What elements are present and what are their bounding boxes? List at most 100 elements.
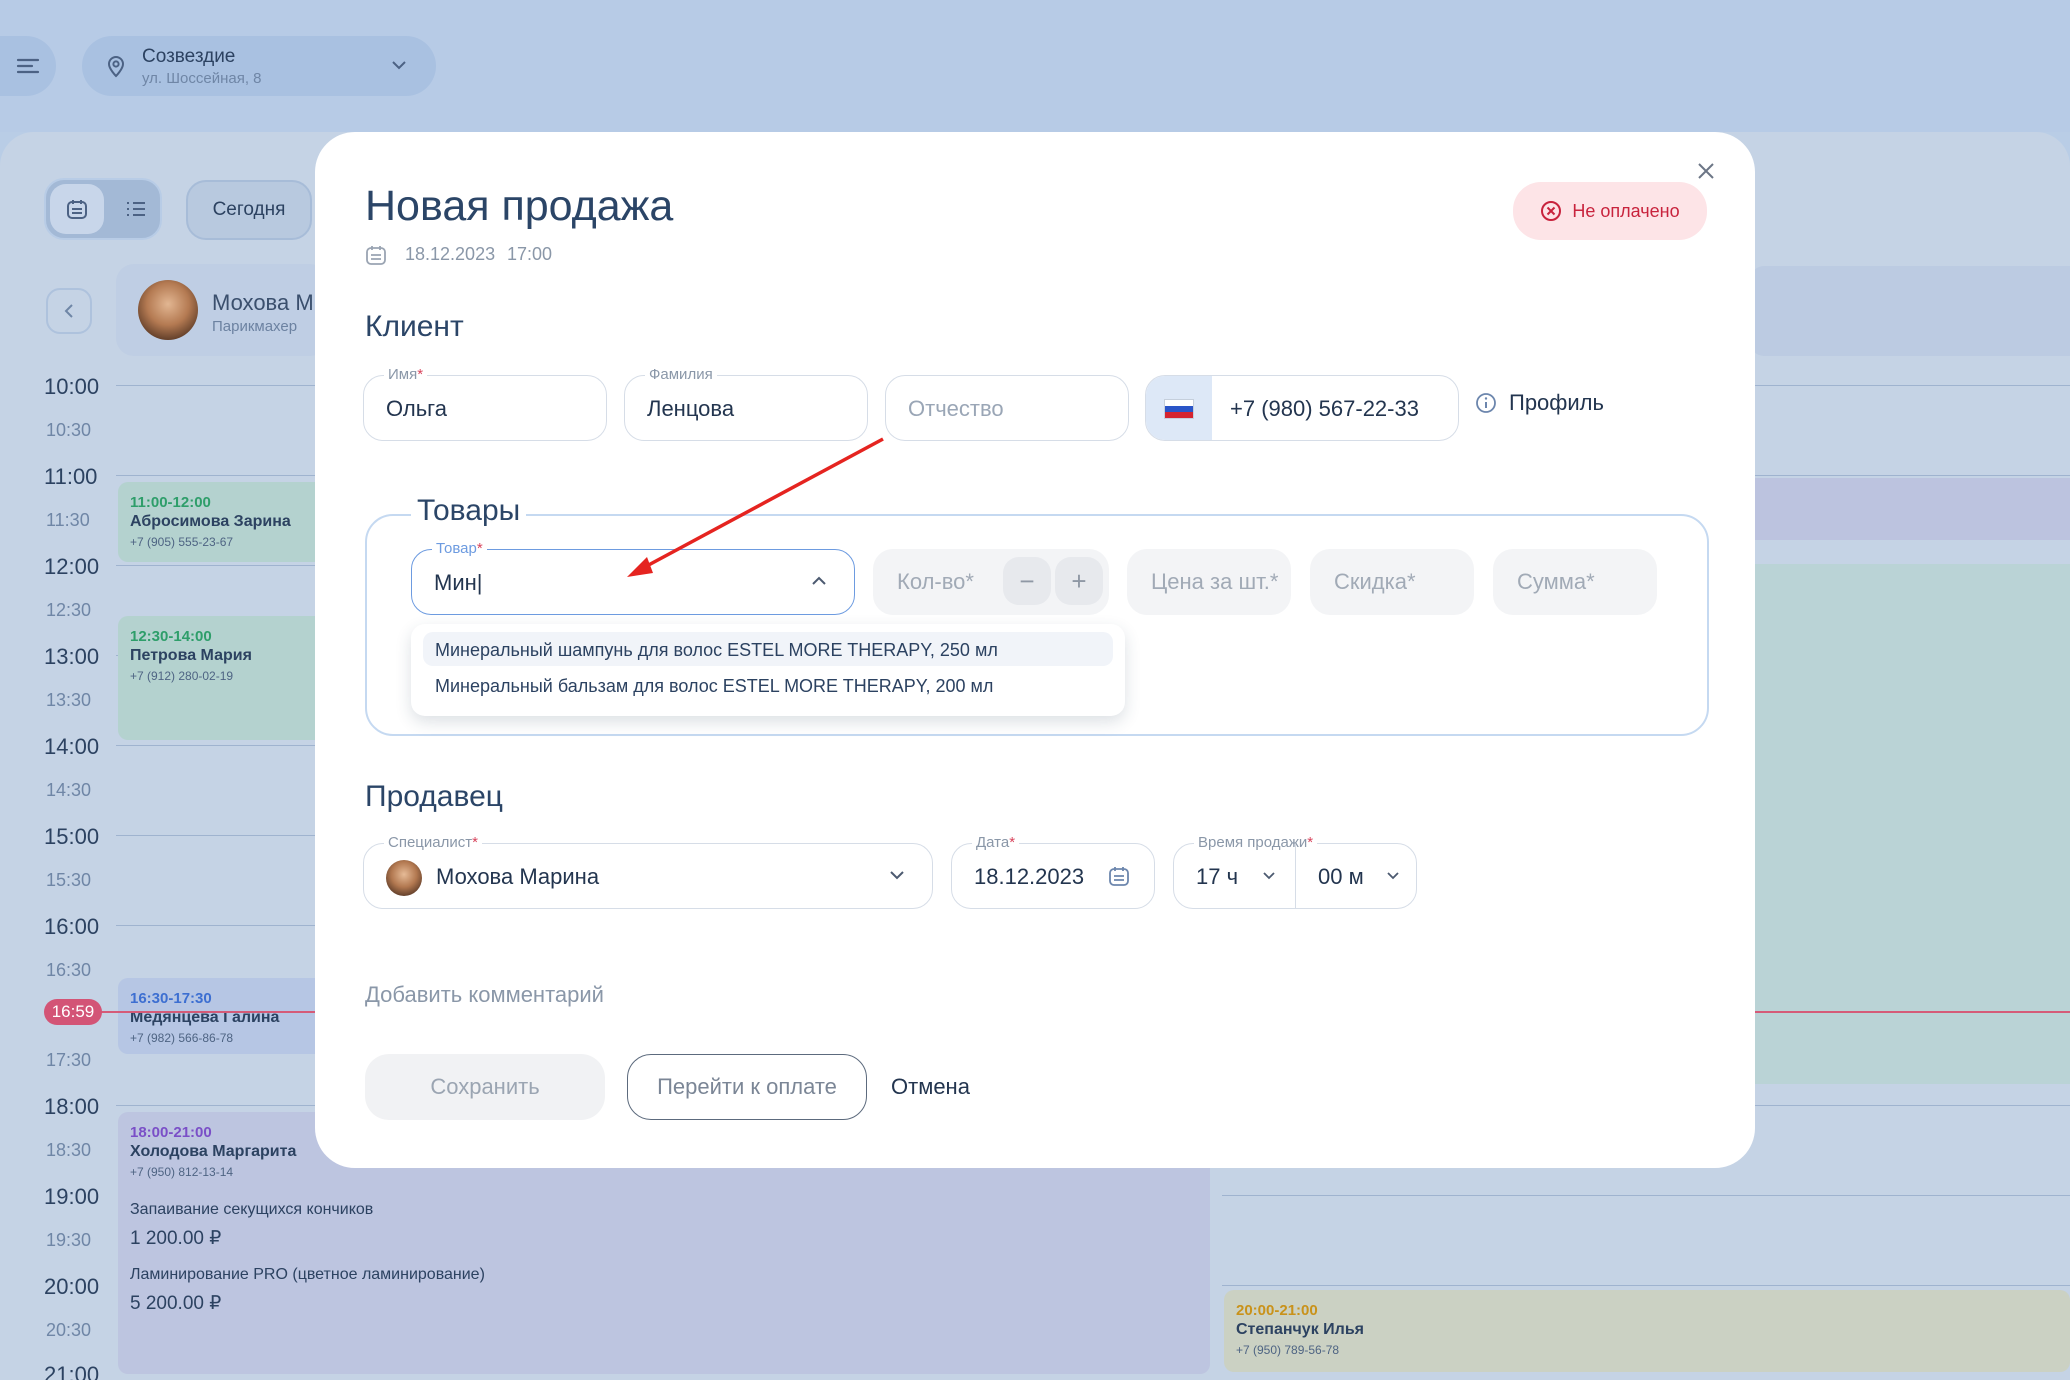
- appointment-price: 1 200.00 ₽: [130, 1228, 222, 1249]
- appointment-time: 12:30-14:00: [130, 628, 212, 645]
- half-hour-label: 16:30: [46, 960, 92, 980]
- specialist-label-text: Специалист: [388, 834, 473, 851]
- chevron-up-icon: [812, 576, 826, 585]
- list-icon: [127, 202, 145, 216]
- discount-field[interactable]: Скидка*: [1310, 549, 1474, 615]
- grid-line: [1222, 1195, 2070, 1196]
- appointment-card[interactable]: 12:30-14:00 Петрова Мария +7 (912) 280-0…: [118, 616, 328, 740]
- patronymic-placeholder: Отчество: [908, 396, 1004, 421]
- product-search-field[interactable]: Товар* Мин|: [411, 540, 855, 615]
- half-hour-label: 18:30: [46, 1140, 92, 1160]
- hour-label: 10:00: [44, 374, 100, 399]
- quantity-increment-button[interactable]: +: [1055, 557, 1103, 605]
- quantity-decrement-button[interactable]: −: [1003, 557, 1051, 605]
- suggestion-item[interactable]: Минеральный бальзам для волос ESTEL MORE…: [423, 668, 1113, 702]
- half-hour-label: 10:30: [46, 420, 92, 440]
- appointment-block[interactable]: [1754, 564, 2070, 1084]
- last-name-field[interactable]: Фамилия Ленцова: [624, 366, 868, 441]
- appointment-block[interactable]: [1754, 478, 2070, 540]
- product-label: Товар*: [432, 540, 487, 557]
- appointment-client: Степанчук Илья: [1236, 1321, 1364, 1338]
- today-button[interactable]: Сегодня: [186, 180, 312, 240]
- calendar-view-button[interactable]: [50, 184, 104, 234]
- half-hour-label: 14:30: [46, 780, 92, 800]
- quantity-field[interactable]: Кол-во* − +: [873, 549, 1109, 615]
- price-placeholder: Цена за шт.*: [1151, 569, 1279, 594]
- chevron-down-icon: [1387, 872, 1399, 880]
- save-button[interactable]: Сохранить: [365, 1054, 605, 1120]
- appointment-client: Петрова Мария: [130, 647, 252, 664]
- appointment-phone: +7 (950) 789-56-78: [1236, 1343, 1340, 1357]
- hour-label: 16:00: [44, 914, 100, 939]
- grid-line: [1222, 1285, 2070, 1286]
- sum-field[interactable]: Сумма*: [1493, 549, 1657, 615]
- chevron-down-icon: [1263, 872, 1275, 880]
- staff-card[interactable]: Мохова М Парикмахер: [116, 264, 328, 356]
- profile-link[interactable]: Профиль: [1475, 390, 1604, 416]
- sale-date-field[interactable]: Дата* 18.12.2023: [951, 834, 1155, 909]
- half-hour-label: 19:30: [46, 1230, 92, 1250]
- suggestion-item[interactable]: Минеральный шампунь для волос ESTEL MORE…: [423, 632, 1113, 666]
- add-comment-link[interactable]: Добавить комментарий: [365, 982, 604, 1008]
- quantity-placeholder: Кол-во*: [897, 569, 974, 594]
- view-toggle[interactable]: [44, 178, 162, 240]
- phone-value: +7 (980) 567-22-33: [1230, 396, 1419, 421]
- first-name-label-text: Имя: [388, 366, 418, 383]
- chevron-left-icon: [64, 304, 73, 318]
- previous-button[interactable]: [46, 288, 92, 334]
- close-icon: [1698, 163, 1714, 179]
- minutes-value: 00 м: [1318, 864, 1364, 889]
- goods-section-title: Товары: [411, 494, 527, 528]
- sale-date-value: 18.12.2023: [974, 864, 1085, 889]
- appointment-phone: +7 (982) 566-86-78: [130, 1031, 234, 1045]
- appointment-service: Ламинирование PRO (цветное ламинирование…: [130, 1266, 485, 1283]
- appointment-card[interactable]: 20:00-21:00 Степанчук Илья +7 (950) 789-…: [1224, 1290, 2070, 1372]
- country-selector[interactable]: [1146, 376, 1212, 440]
- minutes-select[interactable]: 00 м: [1296, 844, 1416, 908]
- profile-link-text: Профиль: [1509, 390, 1604, 415]
- appointment-time: 16:30-17:30: [130, 990, 212, 1007]
- sale-date: 18.12.2023: [405, 244, 496, 264]
- list-view-button[interactable]: [114, 184, 158, 234]
- appointment-card[interactable]: 16:30-17:30 Медянцева Галина +7 (982) 56…: [118, 978, 328, 1054]
- price-field[interactable]: Цена за шт.*: [1127, 549, 1291, 615]
- specialist-value: Мохова Марина: [436, 864, 600, 889]
- hour-label: 18:00: [44, 1094, 100, 1119]
- appointment-phone: +7 (912) 280-02-19: [130, 669, 234, 683]
- hour-label: 20:00: [44, 1274, 100, 1299]
- sale-date-label: Дата*: [972, 834, 1020, 851]
- modal-title: Новая продажа: [365, 182, 674, 230]
- hours-select[interactable]: 17 ч: [1174, 844, 1296, 908]
- location-address: ул. Шоссейная, 8: [142, 70, 262, 87]
- half-hour-label: 12:30: [46, 600, 92, 620]
- hours-value: 17 ч: [1196, 864, 1239, 889]
- cancel-button[interactable]: Отмена: [891, 1074, 970, 1100]
- sale-time: 17:00: [507, 244, 553, 264]
- chevron-down-icon: [392, 61, 406, 70]
- new-sale-modal: Новая продажа 18.12.2023 17:00 Не оплаче…: [315, 132, 1755, 1168]
- appointment-time: 20:00-21:00: [1236, 1302, 1318, 1319]
- calendar-icon: [67, 200, 87, 219]
- location-pin-icon: [107, 56, 125, 78]
- appointment-phone: +7 (905) 555-23-67: [130, 535, 234, 549]
- hour-label: 11:00: [44, 464, 98, 489]
- calendar-icon[interactable]: [1108, 865, 1130, 887]
- location-selector[interactable]: Созвездие ул. Шоссейная, 8: [82, 36, 436, 96]
- specialist-avatar: [386, 860, 422, 896]
- go-to-payment-button[interactable]: Перейти к оплате: [627, 1054, 867, 1120]
- hour-label: 19:00: [44, 1184, 100, 1209]
- patronymic-field[interactable]: Отчество: [885, 375, 1129, 441]
- plus-icon: +: [1071, 565, 1087, 596]
- half-hour-label: 11:30: [46, 510, 90, 530]
- hour-label: 14:00: [44, 734, 100, 759]
- menu-icon: [16, 58, 40, 74]
- appointment-card[interactable]: 11:00-12:00 Абросимова Зарина +7 (905) 5…: [118, 482, 328, 562]
- specialist-select[interactable]: Специалист* Мохова Марина: [363, 834, 933, 909]
- staff-role: Парикмахер: [212, 318, 298, 335]
- first-name-field[interactable]: Имя* Ольга: [363, 366, 607, 441]
- appointment-service: Запаивание секущихся кончиков: [130, 1201, 374, 1218]
- phone-field[interactable]: +7 (980) 567-22-33: [1145, 375, 1459, 441]
- close-button[interactable]: [1689, 154, 1723, 188]
- location-name: Созвездие: [142, 46, 236, 67]
- hour-label: 15:00: [44, 824, 100, 849]
